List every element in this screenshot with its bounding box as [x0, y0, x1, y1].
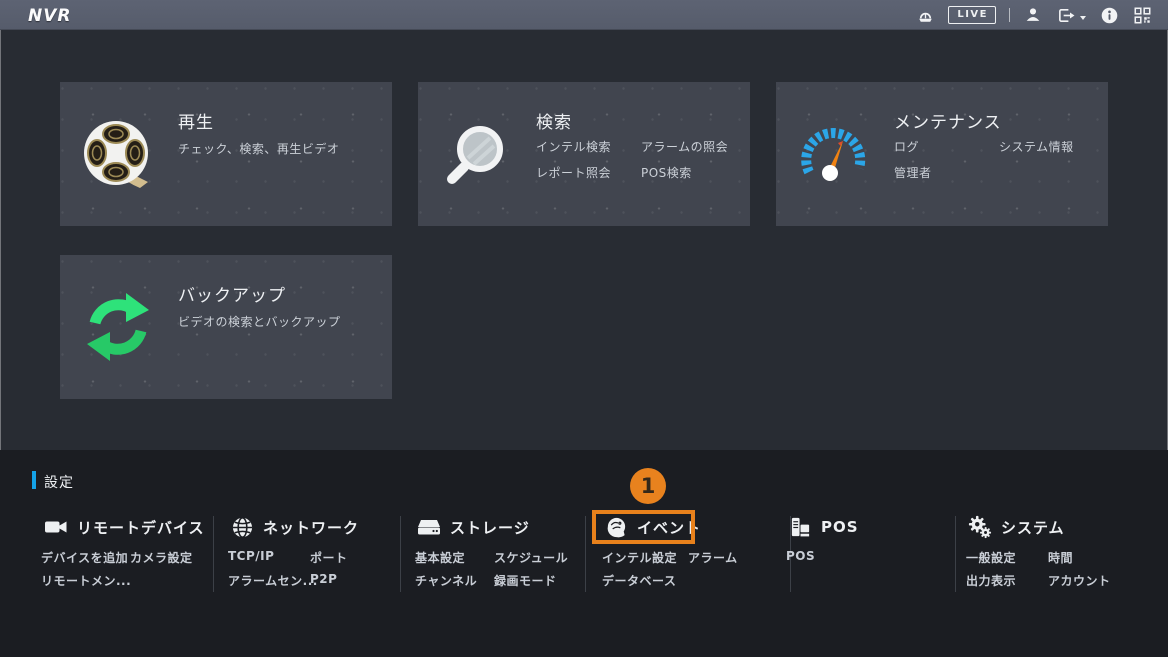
card-maintenance[interactable]: メンテナンス ログ システム情報 管理者 — [776, 82, 1108, 226]
storage-drive-icon — [417, 515, 441, 539]
network-globe-icon — [230, 515, 254, 539]
info-icon[interactable] — [1099, 5, 1119, 25]
video-camera-icon — [44, 515, 68, 539]
settings-header-network[interactable]: ネットワーク — [230, 512, 359, 542]
settings-header-pos[interactable]: POS — [788, 512, 859, 542]
settings-link-output-display[interactable]: 出力表示 — [966, 572, 1016, 589]
settings-link-add-device[interactable]: デバイスを追加 — [41, 549, 128, 566]
user-icon[interactable] — [1023, 5, 1043, 25]
settings-divider — [585, 516, 586, 592]
settings-header-label: リモートデバイス — [77, 517, 205, 538]
card-search[interactable]: 検索 インテル検索 アラームの照会 レポート照会 POS検索 — [418, 82, 750, 226]
link-system-info[interactable]: システム情報 — [999, 138, 1074, 155]
settings-link-pos[interactable]: POS — [786, 549, 815, 563]
settings-link-channel[interactable]: チャンネル — [415, 572, 477, 589]
settings-header-label: POS — [821, 518, 859, 536]
card-title-search: 検索 — [536, 108, 572, 133]
gauge-icon — [796, 116, 872, 192]
settings-divider — [400, 516, 401, 592]
card-title-playback: 再生 — [178, 108, 214, 133]
step-1-badge: 1 — [630, 468, 666, 504]
top-bar: NVR LIVE — [0, 0, 1168, 30]
card-title-maintenance: メンテナンス — [894, 108, 1002, 133]
chevron-down-icon — [1080, 16, 1086, 20]
settings-header-system[interactable]: システム — [968, 512, 1065, 542]
settings-title: 設定 — [44, 472, 74, 492]
settings-link-account[interactable]: アカウント — [1048, 572, 1111, 589]
settings-link-database[interactable]: データベース — [602, 572, 676, 589]
link-pos-search[interactable]: POS検索 — [641, 164, 692, 181]
magnifier-icon — [438, 116, 514, 192]
link-intel-search[interactable]: インテル検索 — [536, 138, 611, 155]
settings-link-basic-settings[interactable]: 基本設定 — [415, 549, 465, 566]
settings-link-alarm[interactable]: アラーム — [688, 549, 738, 566]
topbar-divider — [1009, 8, 1010, 22]
settings-header-label: ネットワーク — [263, 517, 359, 538]
live-button[interactable]: LIVE — [948, 6, 996, 24]
logout-icon[interactable] — [1056, 5, 1076, 25]
settings-link-general-settings[interactable]: 一般設定 — [966, 549, 1016, 566]
settings-header-label: ストレージ — [450, 517, 530, 538]
cash-register-icon — [788, 515, 812, 539]
nvr-main-screen: NVR LIVE — [0, 0, 1168, 657]
card-subtitle-playback: チェック、検索、再生ビデオ — [178, 140, 339, 157]
link-alarm-inquiry[interactable]: アラームの照会 — [641, 138, 728, 155]
settings-header-label: イベント — [637, 517, 701, 538]
card-subtitle-backup: ビデオの検索とバックアップ — [178, 313, 341, 330]
settings-header-remote-device[interactable]: リモートデバイス — [44, 512, 205, 542]
settings-link-p2p[interactable]: P2P — [310, 572, 337, 586]
link-report-inquiry[interactable]: レポート照会 — [536, 164, 611, 181]
film-reel-icon — [80, 116, 156, 192]
card-backup[interactable]: バックアップ ビデオの検索とバックアップ — [60, 255, 392, 399]
settings-link-schedule[interactable]: スケジュール — [494, 549, 568, 566]
settings-link-alarm-center[interactable]: アラームセン... — [228, 572, 318, 589]
settings-link-camera-settings[interactable]: カメラ設定 — [130, 549, 193, 566]
card-playback[interactable]: 再生 チェック、検索、再生ビデオ — [60, 82, 392, 226]
link-admin[interactable]: 管理者 — [894, 164, 932, 181]
qr-code-icon[interactable] — [1132, 5, 1152, 25]
settings-divider — [213, 516, 214, 592]
settings-header-event[interactable]: イベント — [604, 512, 701, 542]
settings-link-record-mode[interactable]: 録画モード — [494, 572, 557, 589]
sync-icon — [80, 289, 156, 365]
settings-link-port[interactable]: ポート — [310, 549, 348, 566]
link-log[interactable]: ログ — [894, 138, 919, 155]
settings-accent-bar — [32, 471, 36, 489]
settings-header-storage[interactable]: ストレージ — [417, 512, 530, 542]
settings-link-time[interactable]: 時間 — [1048, 549, 1073, 566]
card-title-backup: バックアップ — [178, 281, 286, 306]
nvr-logo: NVR — [28, 6, 71, 26]
gears-icon — [968, 515, 992, 539]
settings-link-remote-maintenance[interactable]: リモートメン... — [41, 572, 131, 589]
alarm-siren-icon[interactable] — [915, 5, 935, 25]
settings-link-intel-settings[interactable]: インテル設定 — [602, 549, 677, 566]
settings-panel: 設定 リモートデバイス デバイスを追加 カメラ設定 リモートメン... — [0, 450, 1168, 657]
ai-head-icon — [604, 515, 628, 539]
topbar-actions: LIVE — [915, 0, 1152, 30]
settings-link-tcpip[interactable]: TCP/IP — [228, 549, 274, 563]
settings-divider — [955, 516, 956, 592]
settings-header-label: システム — [1001, 517, 1065, 538]
